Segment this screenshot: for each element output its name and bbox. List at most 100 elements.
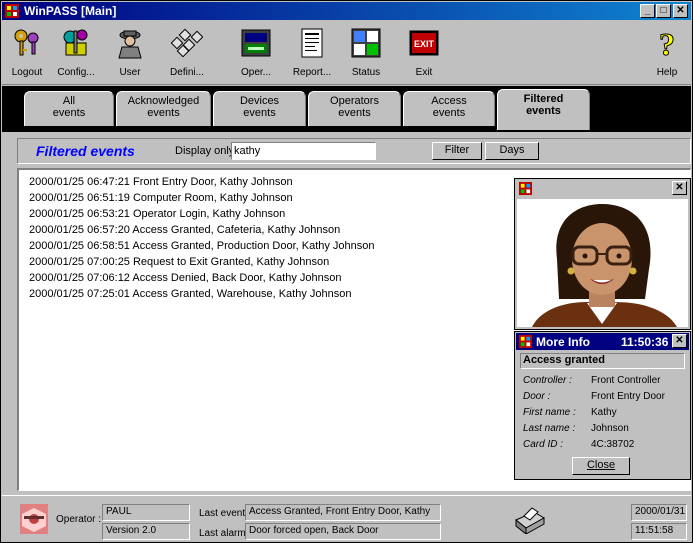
filter-button[interactable]: Filter bbox=[432, 142, 482, 160]
definitions-button[interactable]: Defini... bbox=[162, 21, 212, 81]
tab-acknowledged-events[interactable]: Acknowledged events bbox=[116, 91, 211, 126]
tab-access-line2: events bbox=[432, 107, 466, 119]
close-window-button[interactable]: ✕ bbox=[673, 4, 688, 18]
filter-bar: Filtered events Display only: Filter Day… bbox=[17, 138, 691, 164]
list-item[interactable]: 2000/01/25 06:53:21 Operator Login, Kath… bbox=[29, 208, 285, 220]
tab-operators-line1: Operators bbox=[330, 95, 379, 107]
tab-operators-events[interactable]: Operators events bbox=[308, 91, 401, 126]
user-button[interactable]: User bbox=[105, 21, 155, 81]
window-title: WinPASS [Main] bbox=[24, 4, 117, 18]
minimize-button[interactable]: _ bbox=[640, 4, 655, 18]
exit-label: Exit bbox=[415, 67, 433, 78]
last-event-label: Last event bbox=[199, 508, 246, 519]
config-icon bbox=[63, 29, 88, 56]
config-button[interactable]: Config... bbox=[51, 21, 101, 81]
photo-close-button[interactable]: ✕ bbox=[672, 181, 687, 195]
days-button[interactable]: Days bbox=[485, 142, 539, 160]
status-date: 2000/01/31 bbox=[631, 504, 687, 521]
tab-acknowledged-line1: Acknowledged bbox=[127, 95, 200, 107]
last-alarm-value: Door forced open, Back Door bbox=[245, 523, 441, 540]
version-text: Version 2.0 bbox=[102, 523, 190, 540]
help-label: Help bbox=[656, 67, 678, 78]
cardholder-photo bbox=[517, 199, 688, 327]
info-value: Front Entry Door bbox=[591, 391, 665, 402]
tab-devices-line1: Devices bbox=[239, 95, 280, 107]
report-icon bbox=[301, 28, 323, 58]
display-only-label: Display only: bbox=[175, 145, 238, 157]
info-value: Kathy bbox=[591, 407, 617, 418]
info-label: Door : bbox=[523, 391, 551, 402]
info-value: 4C:38702 bbox=[591, 439, 635, 450]
photo-window-title-bar[interactable]: ✕ bbox=[516, 180, 689, 197]
tab-operators-line2: events bbox=[338, 107, 371, 119]
status-bar: Operator : PAUL Version 2.0 Last event A… bbox=[2, 495, 691, 542]
info-label: Card ID : bbox=[523, 439, 564, 450]
tab-filtered-line2: events bbox=[526, 105, 561, 117]
list-item[interactable]: 2000/01/25 06:51:19 Computer Room, Kathy… bbox=[29, 192, 293, 204]
keys-icon bbox=[14, 29, 39, 56]
more-info-title: More Info bbox=[536, 335, 590, 349]
report-button[interactable]: Report... bbox=[287, 21, 337, 81]
info-value: Front Controller bbox=[591, 375, 661, 386]
info-value: Johnson bbox=[591, 423, 629, 434]
more-info-window[interactable]: More Info 11:50:36 ✕ Access granted Cont… bbox=[514, 331, 691, 480]
title-bar[interactable]: WinPASS [Main] _ □ ✕ bbox=[2, 2, 691, 20]
close-button[interactable]: Close bbox=[572, 457, 630, 475]
info-label: Controller : bbox=[523, 375, 572, 386]
access-status: Access granted bbox=[520, 353, 685, 369]
tab-all-events-line1: All bbox=[62, 95, 76, 107]
more-info-title-bar[interactable]: More Info 11:50:36 ✕ bbox=[516, 333, 689, 350]
logout-button[interactable]: Logout bbox=[2, 21, 52, 81]
user-label: User bbox=[119, 67, 141, 78]
tab-all-events[interactable]: All events bbox=[24, 91, 114, 126]
exit-badge-text: EXIT bbox=[414, 39, 435, 49]
tab-devices-events[interactable]: Devices events bbox=[213, 91, 306, 126]
more-info-time: 11:50:36 bbox=[621, 335, 669, 349]
status-time: 11:51:58 bbox=[631, 523, 687, 540]
operator-label: Oper... bbox=[240, 67, 271, 78]
tab-all-events-line2: events bbox=[52, 107, 86, 119]
operator-button[interactable]: Oper... bbox=[231, 21, 281, 81]
list-item[interactable]: 2000/01/25 07:00:25 Request to Exit Gran… bbox=[29, 256, 329, 268]
exit-button[interactable]: EXIT Exit bbox=[399, 21, 449, 81]
last-event-value: Access Granted, Front Entry Door, Kathy bbox=[245, 504, 441, 521]
config-label: Config... bbox=[57, 67, 95, 78]
exit-icon: EXIT bbox=[409, 30, 439, 56]
status-label: Status bbox=[351, 67, 381, 78]
main-window: WinPASS [Main] _ □ ✕ Logout Config... Us… bbox=[0, 0, 693, 543]
tab-filtered-events[interactable]: Filtered events bbox=[497, 89, 590, 130]
definitions-label: Defini... bbox=[170, 67, 204, 78]
list-item[interactable]: 2000/01/25 06:47:21 Front Entry Door, Ka… bbox=[29, 176, 293, 188]
winpass-app-icon bbox=[519, 335, 532, 348]
winpass-app-icon bbox=[519, 182, 532, 195]
filter-input[interactable] bbox=[231, 142, 376, 160]
more-info-close-icon[interactable]: ✕ bbox=[672, 334, 687, 348]
info-label: Last name : bbox=[523, 423, 576, 434]
help-button[interactable]: ? Help bbox=[642, 21, 692, 81]
winpass-app-icon bbox=[5, 4, 19, 18]
logout-label: Logout bbox=[11, 67, 43, 78]
tab-devices-line2: events bbox=[243, 107, 276, 119]
tab-filtered-line1: Filtered bbox=[523, 93, 564, 105]
list-item[interactable]: 2000/01/25 06:57:20 Access Granted, Cafe… bbox=[29, 224, 340, 236]
tab-bar: All events Acknowledged events Devices e… bbox=[2, 86, 691, 132]
list-item[interactable]: 2000/01/25 07:25:01 Access Granted, Ware… bbox=[29, 288, 351, 300]
toolbar: Logout Config... User Defini... Oper... … bbox=[2, 21, 691, 85]
definitions-icon bbox=[171, 28, 203, 58]
list-item[interactable]: 2000/01/25 06:58:51 Access Granted, Prod… bbox=[29, 240, 375, 252]
status-button[interactable]: Status bbox=[341, 21, 391, 81]
photo-window[interactable]: ✕ bbox=[514, 178, 691, 330]
help-glyph: ? bbox=[659, 27, 675, 59]
operator-label: Operator : bbox=[56, 514, 102, 525]
user-icon bbox=[118, 30, 142, 59]
tab-acknowledged-line2: events bbox=[147, 107, 180, 119]
operator-icon bbox=[241, 29, 271, 57]
operator-avatar-icon bbox=[20, 504, 48, 534]
page-title: Filtered events bbox=[36, 143, 135, 159]
maximize-button[interactable]: □ bbox=[656, 4, 671, 18]
tab-access-events[interactable]: Access events bbox=[403, 91, 495, 126]
list-item[interactable]: 2000/01/25 07:06:12 Access Denied, Back … bbox=[29, 272, 342, 284]
printer-icon[interactable] bbox=[512, 506, 546, 534]
status-icon bbox=[351, 28, 381, 58]
report-label: Report... bbox=[292, 67, 332, 78]
